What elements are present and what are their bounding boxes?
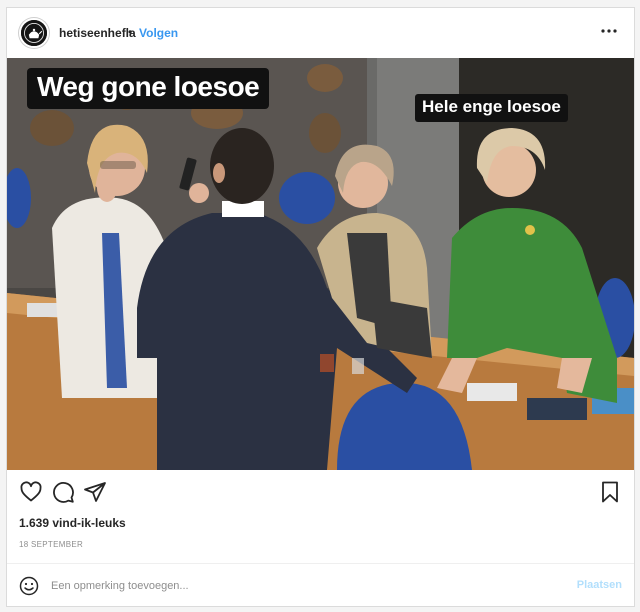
smiley-icon[interactable] [19, 576, 39, 596]
heart-icon[interactable] [19, 480, 43, 504]
post-photo[interactable]: Weg gone loesoe Hele enge loesoe [7, 58, 634, 470]
caption-sticker-right: Hele enge loesoe [415, 94, 568, 122]
follow-button[interactable]: Volgen [139, 26, 178, 40]
post-header: hetiseenhefla • Volgen [7, 8, 634, 58]
bookmark-icon[interactable] [598, 480, 622, 504]
comment-input[interactable] [51, 576, 531, 596]
caption-sticker-left: Weg gone loesoe [27, 68, 270, 109]
instagram-post-card: hetiseenhefla • Volgen Weg gone loesoe H… [6, 7, 635, 607]
paper-plane-icon[interactable] [83, 480, 107, 504]
more-options-icon[interactable] [598, 20, 620, 42]
separator-dot: • [128, 25, 133, 39]
comment-bar: Plaatsen [7, 563, 634, 607]
avatar[interactable] [19, 18, 49, 48]
post-date: 18 SEPTEMBER [19, 540, 84, 549]
action-bar [7, 480, 634, 510]
teapot-logo-icon [21, 20, 47, 46]
post-comment-button[interactable]: Plaatsen [577, 579, 622, 591]
likes-count[interactable]: 1.639 vind-ik-leuks [19, 516, 126, 530]
username[interactable]: hetiseenhefla [59, 26, 136, 40]
comment-bubble-icon[interactable] [51, 480, 75, 504]
